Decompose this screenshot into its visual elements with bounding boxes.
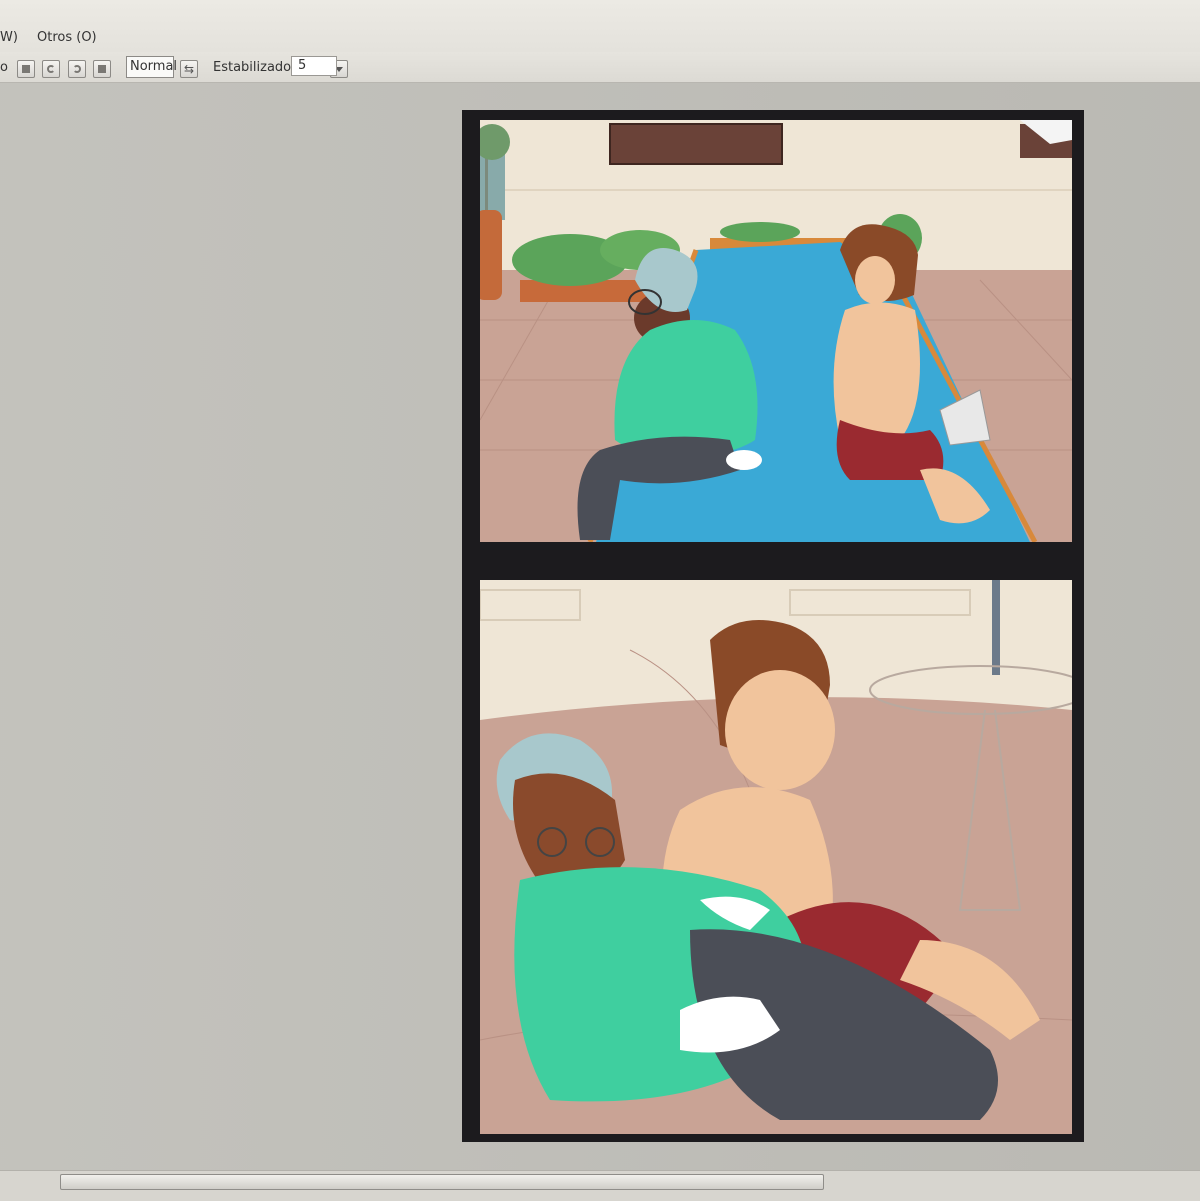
comic-panel-bottom bbox=[480, 580, 1072, 1134]
scrollbar-thumb[interactable] bbox=[60, 1174, 824, 1190]
menu-bar: W) Otros (O) bbox=[0, 0, 1200, 52]
blend-mode-select[interactable]: Normal bbox=[126, 56, 177, 78]
swap-icon[interactable]: ⇆ bbox=[180, 60, 198, 78]
comic-page[interactable] bbox=[462, 110, 1084, 1142]
panel-top-art bbox=[480, 120, 1072, 542]
stop-icon[interactable] bbox=[93, 60, 111, 78]
rotate-right-icon[interactable] bbox=[68, 60, 86, 78]
menu-item-otros[interactable]: Otros (O) bbox=[37, 30, 97, 45]
stabilizer-label: Estabilizador bbox=[213, 60, 297, 75]
panel-bottom-art bbox=[480, 580, 1072, 1134]
tool-property-bar: o Estabilizador ⇆ bbox=[0, 52, 1200, 83]
menu-item-view[interactable]: W) bbox=[0, 30, 18, 45]
square-icon[interactable] bbox=[17, 60, 35, 78]
stabilizer-input[interactable]: 5 bbox=[291, 56, 337, 76]
horizontal-scrollbar[interactable] bbox=[0, 1170, 1200, 1201]
toolbar-left-label: o bbox=[0, 60, 8, 75]
rotate-left-icon[interactable] bbox=[42, 60, 60, 78]
comic-panel-top bbox=[480, 120, 1072, 542]
